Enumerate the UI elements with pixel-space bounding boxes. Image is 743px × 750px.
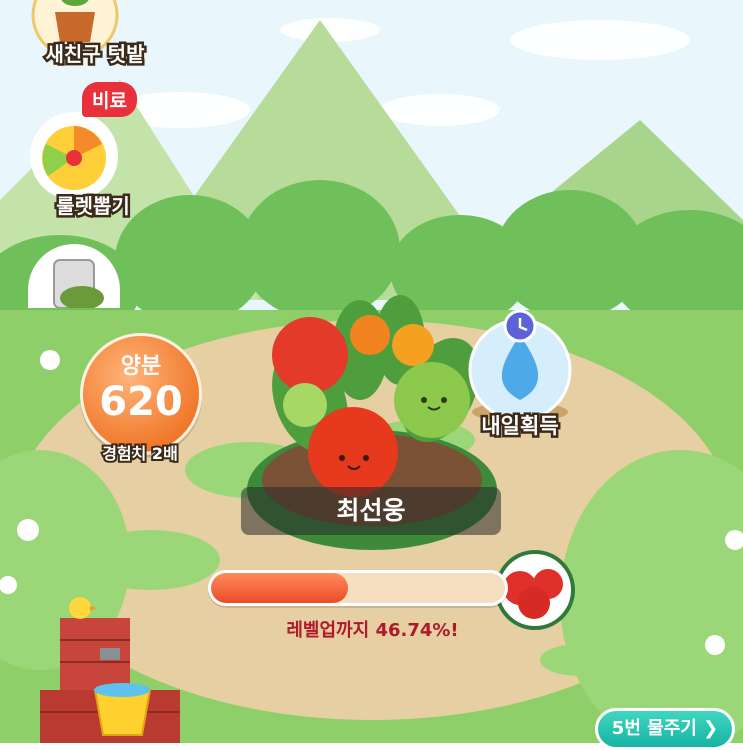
roulette-label: 룰렛뽑기: [54, 192, 133, 221]
phone-plant-button[interactable]: [28, 244, 120, 310]
chevron-right-icon: ❯: [703, 718, 719, 739]
level-up-progress-text: 레벨업까지 46.74%!: [286, 620, 459, 641]
exp-boost-label: 경험치 2배: [100, 442, 180, 465]
fertilizer-badge: 비료: [82, 82, 137, 117]
level-progress-fill: [211, 573, 349, 603]
phone-plant-icon: [28, 244, 120, 310]
roulette-button[interactable]: 룰렛뽑기: [28, 110, 132, 221]
nutrient-title: 양분: [120, 354, 162, 379]
new-friend-garden-label: 새친구 텃밭: [43, 40, 147, 69]
nutrient-bubble[interactable]: 양분 620: [80, 333, 202, 455]
water-plant-button[interactable]: 5번 물주기 ❯: [595, 708, 735, 750]
tomorrow-reward-label: 내일획득: [479, 412, 561, 441]
owner-name: 최선웅: [241, 487, 501, 535]
new-friend-garden-button[interactable]: 새친구 텃밭: [30, 0, 147, 69]
roulette-wheel-icon: [30, 112, 118, 200]
level-progress-bar: [208, 570, 508, 606]
water-button-label: 5번 물주기: [611, 718, 697, 739]
nutrient-value: 620: [99, 379, 183, 425]
